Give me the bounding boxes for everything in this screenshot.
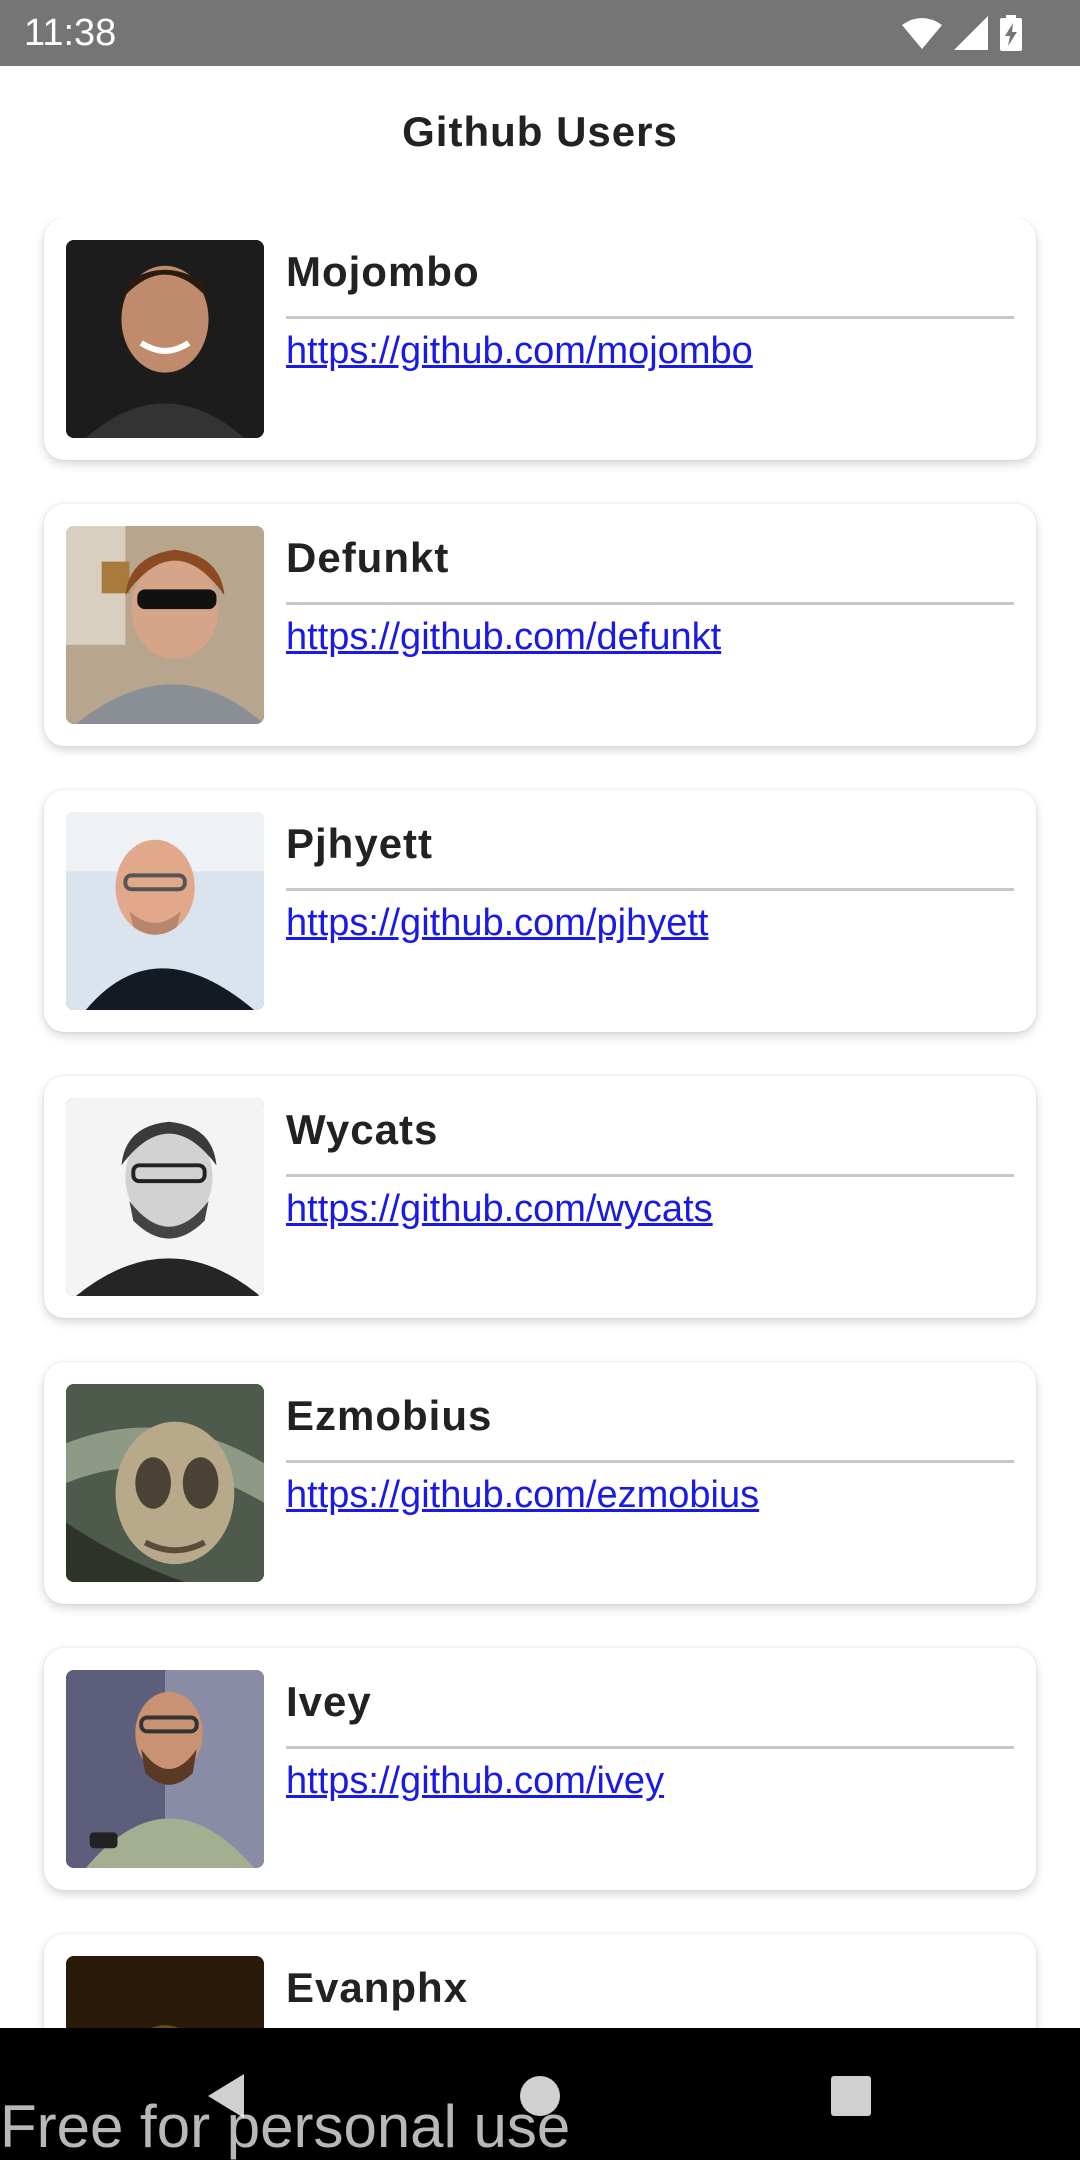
avatar bbox=[66, 1098, 264, 1296]
avatar bbox=[66, 240, 264, 438]
watermark: Free for personal use bbox=[0, 2093, 571, 2160]
divider bbox=[286, 602, 1014, 605]
page-title: Github Users bbox=[402, 108, 678, 155]
user-card[interactable]: Defunkt https://github.com/defunkt bbox=[44, 504, 1036, 746]
profile-link[interactable]: https://github.com/defunkt bbox=[286, 616, 721, 659]
divider bbox=[286, 888, 1014, 891]
cell-signal-icon bbox=[954, 16, 988, 50]
avatar bbox=[66, 1956, 264, 2028]
user-list[interactable]: Mojombo https://github.com/mojombo Defun… bbox=[0, 218, 1080, 2028]
user-card[interactable]: Mojombo https://github.com/mojombo bbox=[44, 218, 1036, 460]
user-card[interactable]: Pjhyett https://github.com/pjhyett bbox=[44, 790, 1036, 1032]
user-name: Ivey bbox=[286, 1678, 372, 1725]
user-card[interactable]: Evanphx bbox=[44, 1934, 1036, 2028]
divider bbox=[286, 1460, 1014, 1463]
status-bar: 11:38 bbox=[0, 0, 1080, 66]
battery-charging-icon bbox=[1000, 15, 1022, 51]
profile-link[interactable]: https://github.com/ezmobius bbox=[286, 1474, 759, 1517]
avatar bbox=[66, 812, 264, 1010]
profile-link[interactable]: https://github.com/pjhyett bbox=[286, 902, 708, 945]
status-icons bbox=[902, 14, 1022, 52]
profile-link[interactable]: https://github.com/mojombo bbox=[286, 330, 753, 373]
wifi-icon bbox=[902, 18, 942, 49]
user-name: Defunkt bbox=[286, 534, 450, 581]
user-name: Pjhyett bbox=[286, 820, 434, 867]
user-name: Evanphx bbox=[286, 1964, 469, 2011]
user-name: Ezmobius bbox=[286, 1392, 493, 1439]
recent-apps-icon[interactable] bbox=[829, 2074, 873, 2118]
avatar bbox=[66, 1384, 264, 1582]
user-name: Wycats bbox=[286, 1106, 439, 1153]
divider bbox=[286, 316, 1014, 319]
user-card[interactable]: Ezmobius https://github.com/ezmobius bbox=[44, 1362, 1036, 1604]
divider bbox=[286, 1746, 1014, 1749]
status-time: 11:38 bbox=[24, 12, 117, 54]
avatar bbox=[66, 526, 264, 724]
user-card[interactable]: Ivey https://github.com/ivey bbox=[44, 1648, 1036, 1890]
divider bbox=[286, 1174, 1014, 1177]
user-card[interactable]: Wycats https://github.com/wycats bbox=[44, 1076, 1036, 1318]
user-name: Mojombo bbox=[286, 248, 480, 295]
avatar bbox=[66, 1670, 264, 1868]
profile-link[interactable]: https://github.com/ivey bbox=[286, 1760, 664, 1803]
profile-link[interactable]: https://github.com/wycats bbox=[286, 1188, 713, 1231]
